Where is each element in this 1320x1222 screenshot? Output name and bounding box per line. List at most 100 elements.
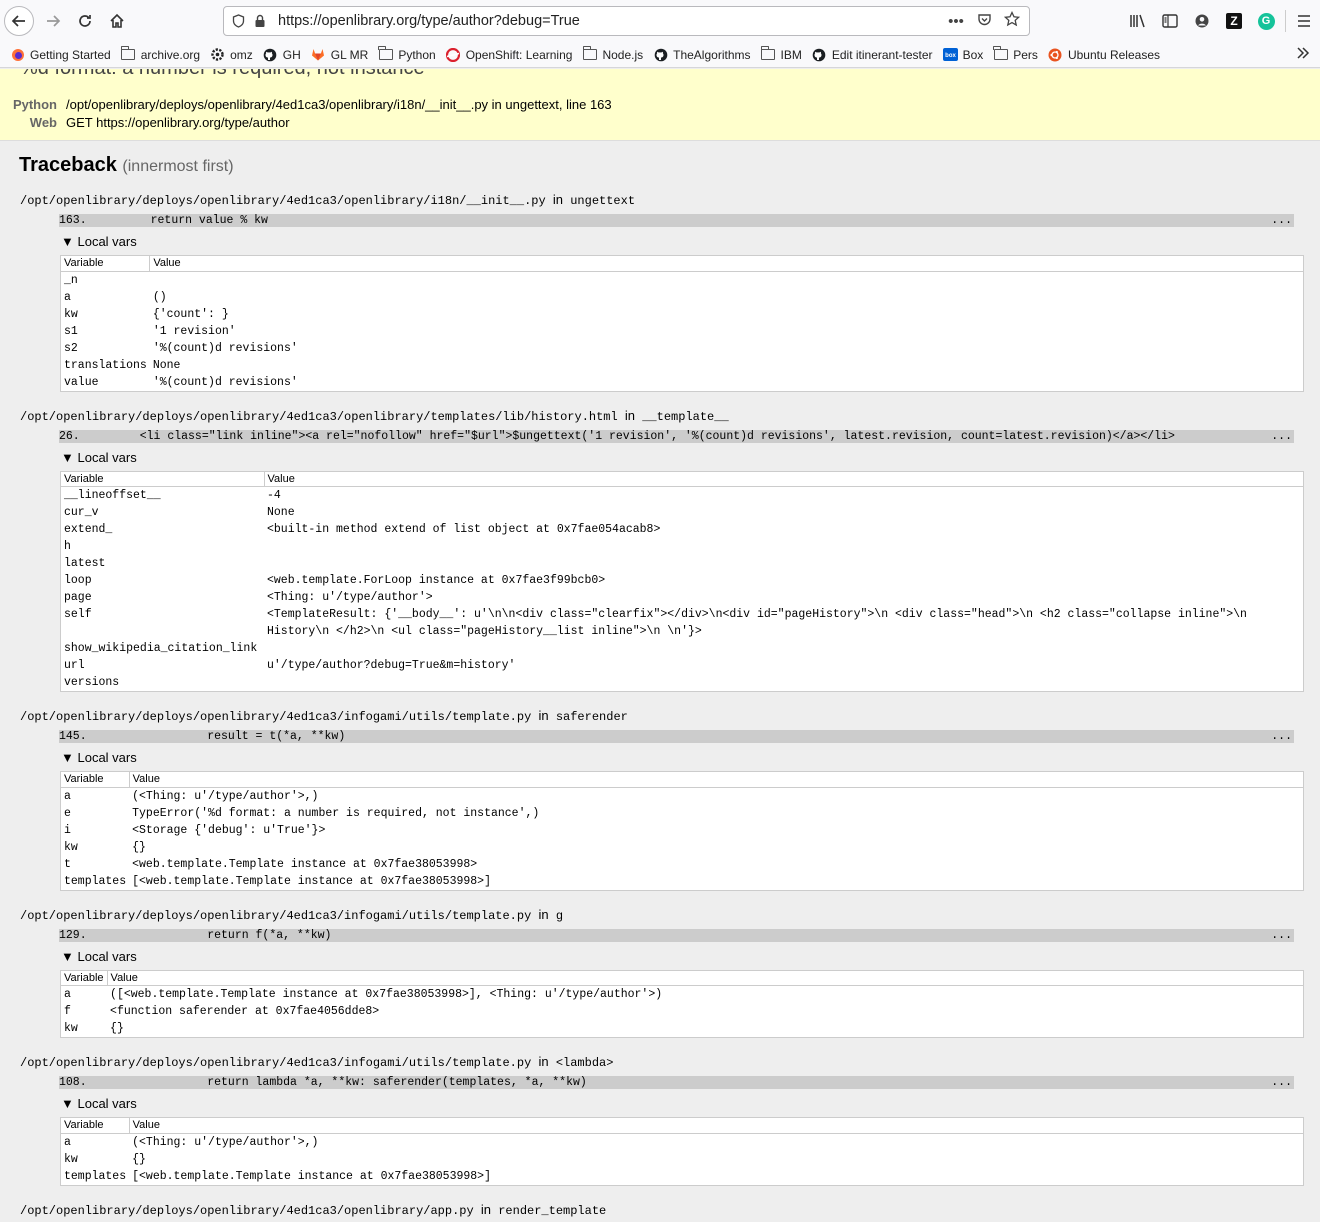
var-row: e TypeError('%d format: a number is requi… (61, 805, 1303, 822)
local-vars-toggle[interactable]: ▼ Local vars (61, 450, 1320, 466)
frame-path: /opt/openlibrary/deploys/openlibrary/4ed… (20, 1053, 1320, 1070)
url-text[interactable]: https://openlibrary.org/type/author?debu… (278, 13, 945, 29)
var-row: loop <web.template.ForLoop instance at 0x… (61, 572, 1303, 589)
bookmark-label: archive.org (140, 47, 201, 62)
local-vars-toggle[interactable]: ▼ Local vars (61, 1096, 1320, 1112)
code-text: return lambda *a, **kw: saferender(templ… (179, 1076, 587, 1089)
var-value: {} (110, 1022, 124, 1035)
code-line[interactable]: 26. <li class="link inline"><a rel="nofol… (59, 429, 1294, 443)
code-ellipsis[interactable]: ... (1271, 430, 1292, 443)
bookmark-item[interactable]: IBM (760, 46, 802, 62)
bookmark-item[interactable]: GL MR (311, 48, 368, 62)
frame-in-word: in (538, 708, 549, 723)
url-bar[interactable]: https://openlibrary.org/type/author?debu… (223, 6, 1030, 36)
chevron-right-icon[interactable] (1296, 46, 1310, 64)
var-value (264, 674, 1303, 691)
var-row: i <Storage {'debug': u'True'}> (61, 822, 1303, 839)
bookmark-item[interactable]: box Box (942, 48, 983, 62)
traceback-frame: /opt/openlibrary/deploys/openlibrary/4ed… (20, 1201, 1320, 1218)
bookmark-item[interactable]: OpenShift: Learning (446, 47, 572, 62)
forward-arrow-icon[interactable] (38, 6, 68, 36)
bookmark-item[interactable]: GH (263, 48, 301, 62)
var-row: translations None (61, 357, 1303, 374)
local-vars-toggle[interactable]: ▼ Local vars (61, 750, 1320, 766)
frame-path: /opt/openlibrary/deploys/openlibrary/4ed… (20, 1201, 1320, 1218)
var-row: a () (61, 289, 1303, 306)
frame-file: /opt/openlibrary/deploys/openlibrary/4ed… (20, 409, 618, 424)
var-value: [<web.template.Template instance at 0x7f… (132, 1169, 491, 1183)
var-value: {} (132, 1152, 146, 1166)
more-dots-icon[interactable]: ••• (945, 13, 967, 30)
code-ellipsis[interactable]: ... (1271, 730, 1292, 743)
library-icon[interactable] (1122, 6, 1154, 36)
bookmark-item[interactable]: Pers (993, 46, 1038, 62)
var-value: () (152, 290, 167, 304)
local-vars-table: Variable Value a (<Thing: u'/type/author'>,… (60, 1117, 1304, 1186)
var-name: translations (64, 358, 147, 372)
code-ellipsis[interactable]: ... (1271, 1076, 1292, 1089)
var-row: h (61, 538, 1303, 555)
reload-icon[interactable] (70, 6, 100, 36)
var-row: versions (61, 674, 1303, 691)
menu-icon[interactable] (1288, 6, 1320, 36)
frame-file: /opt/openlibrary/deploys/openlibrary/4ed… (20, 710, 532, 724)
browser-toolbar: https://openlibrary.org/type/author?debu… (0, 0, 1320, 42)
code-ellipsis[interactable]: ... (1271, 214, 1292, 227)
bookmark-item[interactable]: Python (378, 46, 436, 62)
code-line[interactable]: 108. return lambda *a, **kw: saferender(… (59, 1076, 1294, 1089)
shield-icon[interactable] (228, 11, 248, 31)
line-number: 26. (59, 429, 80, 443)
local-vars-toggle[interactable]: ▼ Local vars (61, 949, 1320, 965)
code-line[interactable]: 129. return f(*a, **kw)... (59, 928, 1294, 942)
var-row: url u'/type/author?debug=True&m=history' (61, 657, 1303, 674)
frame-function: g (555, 908, 564, 923)
frame-function: saferender (555, 710, 628, 724)
code-line[interactable]: 145. result = t(*a, **kw)... (59, 730, 1294, 743)
account-icon[interactable] (1186, 6, 1218, 36)
star-icon[interactable] (1001, 10, 1023, 31)
var-row: templates [<web.template.Template instanc… (61, 873, 1303, 890)
local-vars-toggle[interactable]: ▼ Local vars (61, 234, 1320, 250)
sidebar-icon[interactable] (1154, 6, 1186, 36)
error-summary: %d format: a number is required, not ins… (0, 69, 1320, 141)
zotero-button[interactable]: Z (1218, 6, 1250, 36)
error-title: %d format: a number is required, not ins… (20, 69, 425, 80)
frame-path: /opt/openlibrary/deploys/openlibrary/4ed… (20, 707, 1320, 724)
code-ellipsis[interactable]: ... (1271, 929, 1292, 942)
traceback-subtitle: (innermost first) (122, 158, 234, 175)
var-name: url (64, 659, 85, 672)
bookmark-label: IBM (780, 47, 802, 62)
bookmark-item[interactable]: Getting Started (10, 48, 111, 62)
back-arrow-icon[interactable] (4, 6, 34, 36)
bookmark-item[interactable]: Node.js (582, 46, 643, 62)
var-row: extend_ <built-in method extend of list o… (61, 521, 1303, 538)
var-name: self (64, 608, 92, 621)
variable-header: Variable (61, 1118, 130, 1134)
frame-file: /opt/openlibrary/deploys/openlibrary/4ed… (20, 1203, 474, 1218)
web-value: GET https://openlibrary.org/type/author (66, 115, 290, 130)
bookmark-label: TheAlgorithms (673, 47, 751, 62)
frame-in-word: in (624, 407, 636, 423)
frame-file: /opt/openlibrary/deploys/openlibrary/4ed… (20, 908, 532, 923)
var-row: a (<Thing: u'/type/author'>,) (61, 1133, 1303, 1151)
var-name: kw (64, 1022, 78, 1035)
line-number: 108. (59, 1076, 87, 1089)
var-row: kw {} (61, 1151, 1303, 1168)
home-icon[interactable] (102, 6, 132, 36)
bookmark-item[interactable]: TheAlgorithms (653, 47, 751, 62)
bookmark-item[interactable]: omz (210, 48, 253, 62)
var-value: TypeError('%d format: a number is requir… (132, 806, 540, 820)
lock-icon[interactable] (250, 11, 270, 31)
var-value: [<web.template.Template instance at 0x7f… (132, 874, 491, 888)
bookmark-item[interactable]: Edit itinerant-tester (812, 48, 933, 62)
var-name: page (64, 591, 92, 604)
code-line[interactable]: 163. return value % kw... (59, 214, 1294, 227)
var-name: versions (64, 676, 120, 689)
bookmark-item[interactable]: Ubuntu Releases (1048, 48, 1160, 62)
var-row: kw {} (61, 839, 1303, 856)
bookmark-label: Getting Started (30, 47, 111, 62)
var-value: '1 revision' (152, 324, 236, 338)
pocket-icon[interactable] (973, 12, 995, 31)
bookmark-item[interactable]: archive.org (120, 46, 201, 62)
grammarly-button[interactable]: G (1250, 6, 1282, 36)
